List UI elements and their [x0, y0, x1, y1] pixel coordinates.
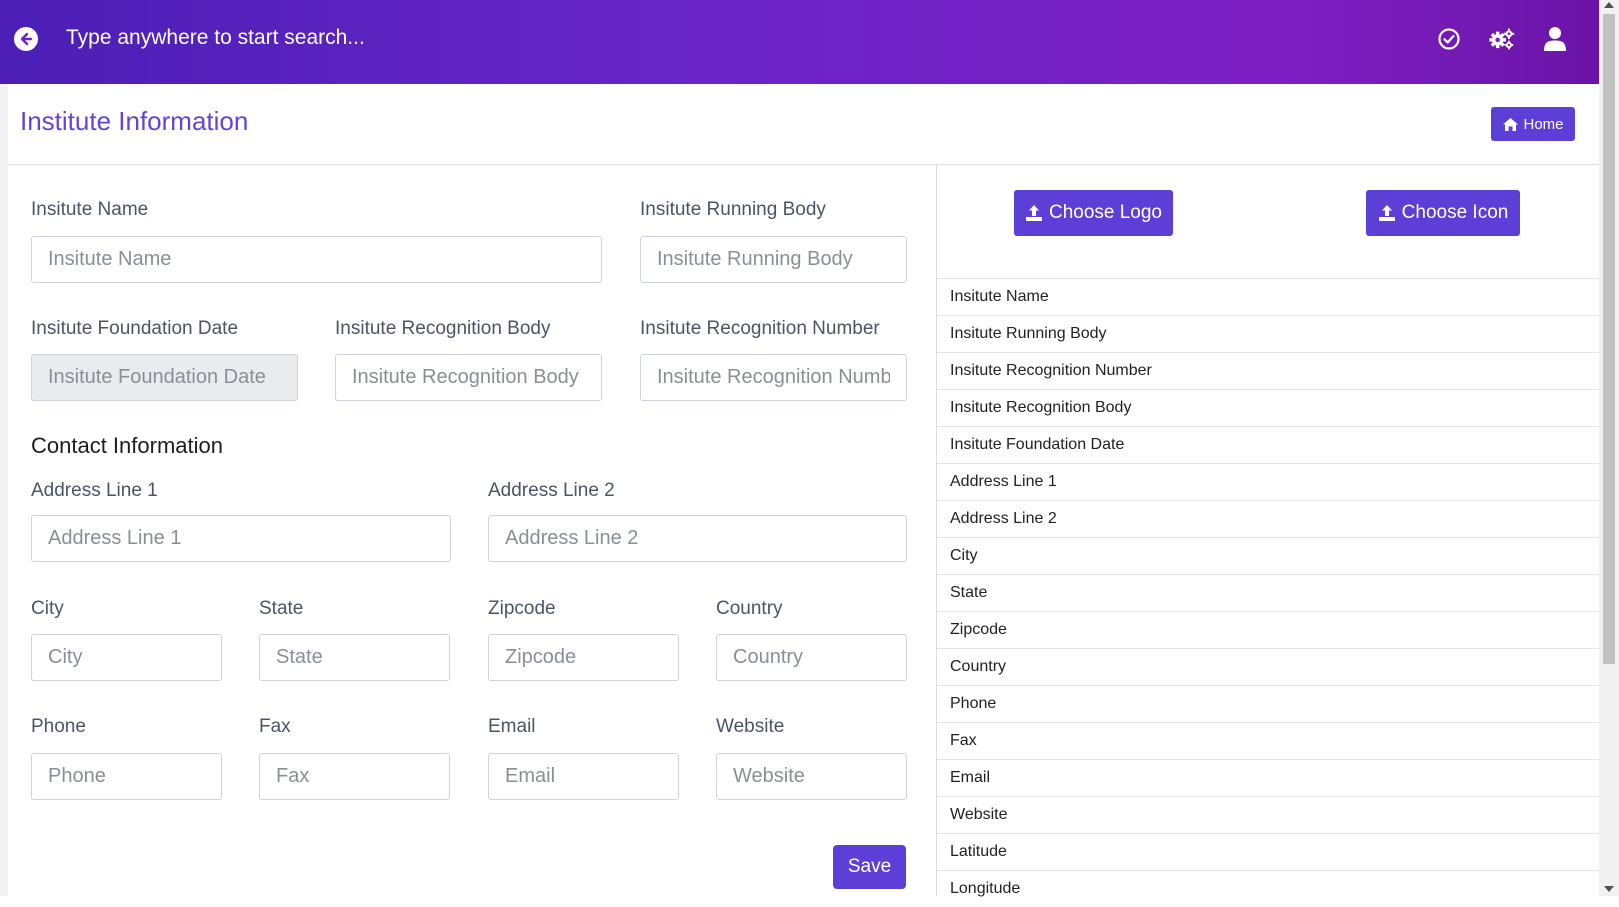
foundation-date-input — [31, 354, 298, 401]
check-circle-icon[interactable] — [1436, 26, 1462, 52]
list-item[interactable]: Insitute Running Body — [937, 315, 1599, 352]
scroll-up-arrow-icon[interactable] — [1604, 2, 1614, 8]
user-icon[interactable] — [1542, 26, 1568, 52]
city-input[interactable] — [31, 634, 222, 681]
foundation-date-label: Insitute Foundation Date — [31, 318, 239, 339]
header-divider — [8, 164, 1599, 165]
fax-input[interactable] — [259, 753, 450, 800]
city-label: City — [31, 598, 64, 619]
address1-label: Address Line 1 — [31, 480, 158, 501]
field-list: Insitute Name Insitute Running Body Insi… — [937, 278, 1599, 907]
scroll-thumb[interactable] — [1603, 14, 1615, 664]
list-item[interactable]: Insitute Name — [937, 278, 1599, 315]
recognition-body-input[interactable] — [335, 354, 602, 401]
country-input[interactable] — [716, 634, 907, 681]
choose-icon-label: Choose Icon — [1401, 202, 1509, 223]
list-item[interactable]: Address Line 2 — [937, 500, 1599, 537]
email-input[interactable] — [488, 753, 679, 800]
institute-name-input[interactable] — [31, 236, 602, 283]
list-item[interactable]: Zipcode — [937, 611, 1599, 648]
home-button-label: Home — [1523, 115, 1564, 133]
list-item[interactable]: State — [937, 574, 1599, 611]
state-label: State — [259, 598, 304, 619]
recognition-number-label: Insitute Recognition Number — [640, 318, 880, 339]
list-item[interactable]: Address Line 1 — [937, 463, 1599, 500]
email-label: Email — [488, 716, 536, 737]
website-input[interactable] — [716, 753, 907, 800]
choose-logo-button[interactable]: Choose Logo — [1014, 190, 1173, 236]
phone-input[interactable] — [31, 753, 222, 800]
phone-label: Phone — [31, 716, 86, 737]
home-button[interactable]: Home — [1491, 107, 1575, 141]
list-item[interactable]: Website — [937, 796, 1599, 833]
list-item[interactable]: Country — [937, 648, 1599, 685]
list-item[interactable]: Fax — [937, 722, 1599, 759]
fax-label: Fax — [259, 716, 291, 737]
upload-icon — [1025, 205, 1042, 221]
page-scrollbar[interactable] — [1599, 0, 1619, 896]
scroll-down-arrow-icon[interactable] — [1604, 886, 1614, 892]
choose-icon-button[interactable]: Choose Icon — [1366, 190, 1520, 236]
list-item[interactable]: Insitute Recognition Number — [937, 352, 1599, 389]
gears-icon[interactable] — [1489, 26, 1515, 52]
list-item[interactable]: Phone — [937, 685, 1599, 722]
recognition-number-input[interactable] — [640, 354, 907, 401]
top-bar: Type anywhere to start search... — [0, 0, 1599, 84]
save-button[interactable]: Save — [833, 845, 906, 889]
institute-name-label: Insitute Name — [31, 199, 149, 220]
country-label: Country — [716, 598, 783, 619]
website-label: Website — [716, 716, 785, 737]
page-title: Institute Information — [20, 106, 249, 136]
zipcode-input[interactable] — [488, 634, 679, 681]
arrow-left-icon[interactable] — [14, 27, 38, 51]
state-input[interactable] — [259, 634, 450, 681]
list-item[interactable]: Email — [937, 759, 1599, 796]
list-item[interactable]: Longitude — [937, 870, 1599, 907]
list-item[interactable]: Latitude — [937, 833, 1599, 870]
address1-input[interactable] — [31, 515, 451, 562]
choose-logo-label: Choose Logo — [1048, 202, 1163, 223]
zipcode-label: Zipcode — [488, 598, 556, 619]
list-item[interactable]: Insitute Foundation Date — [937, 426, 1599, 463]
contact-section-title: Contact Information — [31, 433, 223, 458]
list-item[interactable]: Insitute Recognition Body — [937, 389, 1599, 426]
upload-icon — [1378, 205, 1395, 221]
running-body-label: Insitute Running Body — [640, 199, 826, 220]
running-body-input[interactable] — [640, 236, 907, 283]
address2-label: Address Line 2 — [488, 480, 615, 501]
search-bar[interactable]: Type anywhere to start search... — [66, 26, 365, 50]
home-icon — [1503, 117, 1519, 131]
address2-input[interactable] — [488, 515, 907, 562]
recognition-body-label: Insitute Recognition Body — [335, 318, 551, 339]
list-item[interactable]: City — [937, 537, 1599, 574]
sidebar-strip — [0, 84, 8, 896]
